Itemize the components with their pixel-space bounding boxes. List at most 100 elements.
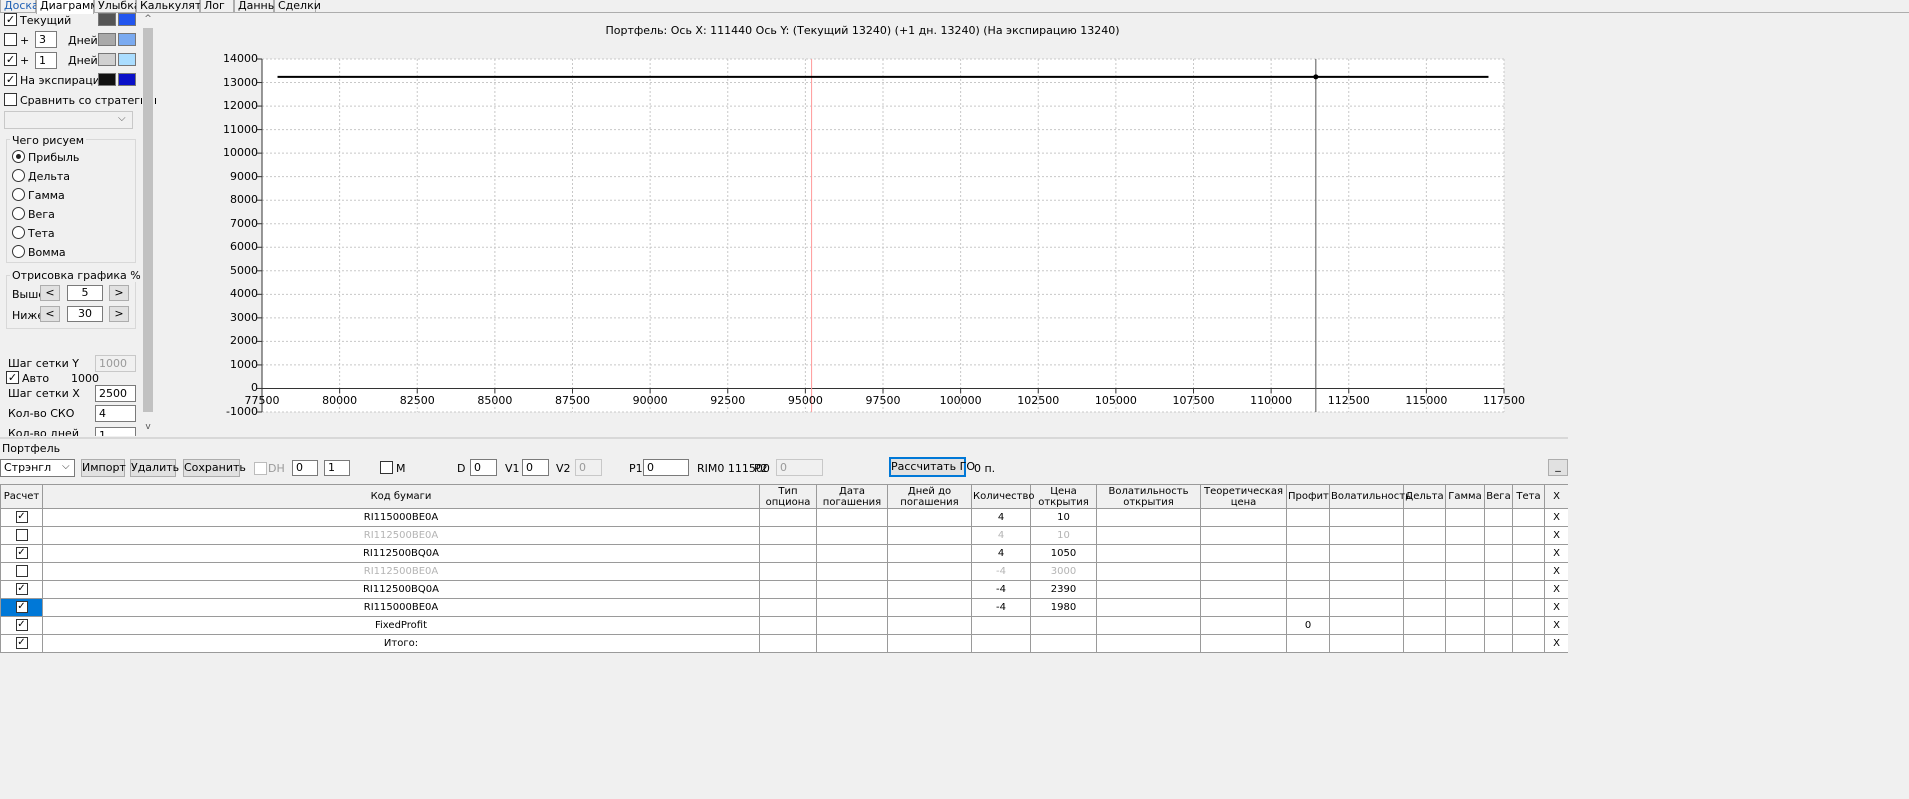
delete-row-button[interactable]: X: [1544, 634, 1569, 653]
delete-row-button[interactable]: X: [1544, 616, 1569, 635]
vega-cell[interactable]: [1484, 508, 1513, 527]
code-cell[interactable]: RI115000BE0A: [42, 598, 760, 617]
profit-cell[interactable]: [1286, 544, 1330, 563]
code-cell[interactable]: RI112500BQ0A: [42, 580, 760, 599]
theta-cell[interactable]: [1512, 580, 1545, 599]
dh-b-spinner[interactable]: 1: [324, 460, 350, 476]
col-header-vega[interactable]: Вега: [1484, 484, 1513, 509]
vega-cell[interactable]: [1484, 616, 1513, 635]
expiry-date-cell[interactable]: [816, 526, 888, 545]
days-to-expiry-cell[interactable]: [887, 526, 972, 545]
open-price-cell[interactable]: [1030, 616, 1097, 635]
gamma-cell[interactable]: [1445, 598, 1485, 617]
vega-cell[interactable]: [1484, 634, 1513, 653]
d-input[interactable]: 0: [470, 459, 497, 476]
col-header-days-to-expiry[interactable]: Дней до погашения: [887, 484, 972, 509]
volatility-cell[interactable]: [1329, 634, 1404, 653]
gamma-cell[interactable]: [1445, 562, 1485, 581]
profit-cell[interactable]: [1286, 598, 1330, 617]
option-type-cell[interactable]: [759, 562, 817, 581]
col-header-delta[interactable]: Дельта: [1403, 484, 1446, 509]
theoretical-price-cell[interactable]: [1200, 634, 1287, 653]
table-row[interactable]: ✓ RI112500BQ0A -4 2390 X: [0, 580, 1569, 599]
theoretical-price-cell[interactable]: [1200, 616, 1287, 635]
gamma-cell[interactable]: [1445, 526, 1485, 545]
code-cell[interactable]: RI115000BE0A: [42, 508, 760, 527]
option-type-cell[interactable]: [759, 544, 817, 563]
theta-cell[interactable]: [1512, 616, 1545, 635]
delta-cell[interactable]: [1403, 634, 1446, 653]
save-button[interactable]: Сохранить: [183, 459, 246, 477]
theoretical-price-cell[interactable]: [1200, 508, 1287, 527]
col-header-open-price[interactable]: Цена открытия: [1030, 484, 1097, 509]
calc-checkbox[interactable]: ✓: [15, 510, 28, 523]
minimize-button[interactable]: _: [1548, 459, 1568, 476]
code-cell[interactable]: Итого:: [42, 634, 760, 653]
vega-cell[interactable]: [1484, 544, 1513, 563]
calc-checkbox[interactable]: ✓: [15, 546, 28, 559]
v1-input[interactable]: 0: [522, 459, 549, 476]
theta-cell[interactable]: [1512, 544, 1545, 563]
days-to-expiry-cell[interactable]: [887, 634, 972, 653]
option-type-cell[interactable]: [759, 634, 817, 653]
calc-checkbox[interactable]: ✓: [15, 600, 28, 613]
profit-cell[interactable]: 0: [1286, 616, 1330, 635]
calc-cell[interactable]: ✓: [0, 598, 43, 617]
expiry-date-cell[interactable]: [816, 616, 888, 635]
col-header-calc[interactable]: Расчет: [0, 484, 43, 509]
delete-row-button[interactable]: X: [1544, 598, 1569, 617]
calc-cell[interactable]: [0, 562, 43, 581]
calc-cell[interactable]: ✓: [0, 544, 43, 563]
calc-checkbox[interactable]: ✓: [15, 582, 28, 595]
delta-cell[interactable]: [1403, 580, 1446, 599]
m-checkbox[interactable]: [380, 461, 393, 474]
expiry-date-cell[interactable]: [816, 580, 888, 599]
calc-checkbox[interactable]: [15, 528, 28, 541]
table-row[interactable]: ✓ RI115000BE0A 4 10 X: [0, 508, 1569, 527]
code-cell[interactable]: FixedProfit: [42, 616, 760, 635]
calc-cell[interactable]: [0, 526, 43, 545]
dh-checkbox[interactable]: [254, 462, 267, 475]
open-price-cell[interactable]: 10: [1030, 508, 1097, 527]
option-type-cell[interactable]: [759, 508, 817, 527]
expiry-date-cell[interactable]: [816, 634, 888, 653]
quantity-cell[interactable]: -4: [971, 598, 1031, 617]
col-header-open-volatility[interactable]: Волатильность открытия: [1096, 484, 1201, 509]
delete-row-button[interactable]: X: [1544, 544, 1569, 563]
delete-row-button[interactable]: X: [1544, 580, 1569, 599]
theoretical-price-cell[interactable]: [1200, 580, 1287, 599]
quantity-cell[interactable]: 4: [971, 508, 1031, 527]
vega-cell[interactable]: [1484, 580, 1513, 599]
days-to-expiry-cell[interactable]: [887, 616, 972, 635]
volatility-cell[interactable]: [1329, 562, 1404, 581]
delta-cell[interactable]: [1403, 598, 1446, 617]
calc-cell[interactable]: ✓: [0, 508, 43, 527]
volatility-cell[interactable]: [1329, 526, 1404, 545]
col-header-gamma[interactable]: Гамма: [1445, 484, 1485, 509]
delete-row-button[interactable]: X: [1544, 508, 1569, 527]
expiry-date-cell[interactable]: [816, 508, 888, 527]
delta-cell[interactable]: [1403, 544, 1446, 563]
theta-cell[interactable]: [1512, 562, 1545, 581]
p1-input[interactable]: 0: [643, 459, 689, 476]
vega-cell[interactable]: [1484, 526, 1513, 545]
code-cell[interactable]: RI112500BE0A: [42, 562, 760, 581]
option-type-cell[interactable]: [759, 580, 817, 599]
open-volatility-cell[interactable]: [1096, 562, 1201, 581]
open-price-cell[interactable]: 10: [1030, 526, 1097, 545]
table-row[interactable]: ✓ Итого: X: [0, 634, 1569, 653]
code-cell[interactable]: RI112500BE0A: [42, 526, 760, 545]
table-row[interactable]: ✓ RI112500BQ0A 4 1050 X: [0, 544, 1569, 563]
quantity-cell[interactable]: -4: [971, 580, 1031, 599]
open-volatility-cell[interactable]: [1096, 616, 1201, 635]
theoretical-price-cell[interactable]: [1200, 562, 1287, 581]
calc-cell[interactable]: ✓: [0, 580, 43, 599]
open-volatility-cell[interactable]: [1096, 634, 1201, 653]
col-header-delete[interactable]: X: [1544, 484, 1569, 509]
option-type-cell[interactable]: [759, 526, 817, 545]
volatility-cell[interactable]: [1329, 598, 1404, 617]
gamma-cell[interactable]: [1445, 544, 1485, 563]
days-to-expiry-cell[interactable]: [887, 580, 972, 599]
col-header-code[interactable]: Код бумаги: [42, 484, 760, 509]
theta-cell[interactable]: [1512, 508, 1545, 527]
